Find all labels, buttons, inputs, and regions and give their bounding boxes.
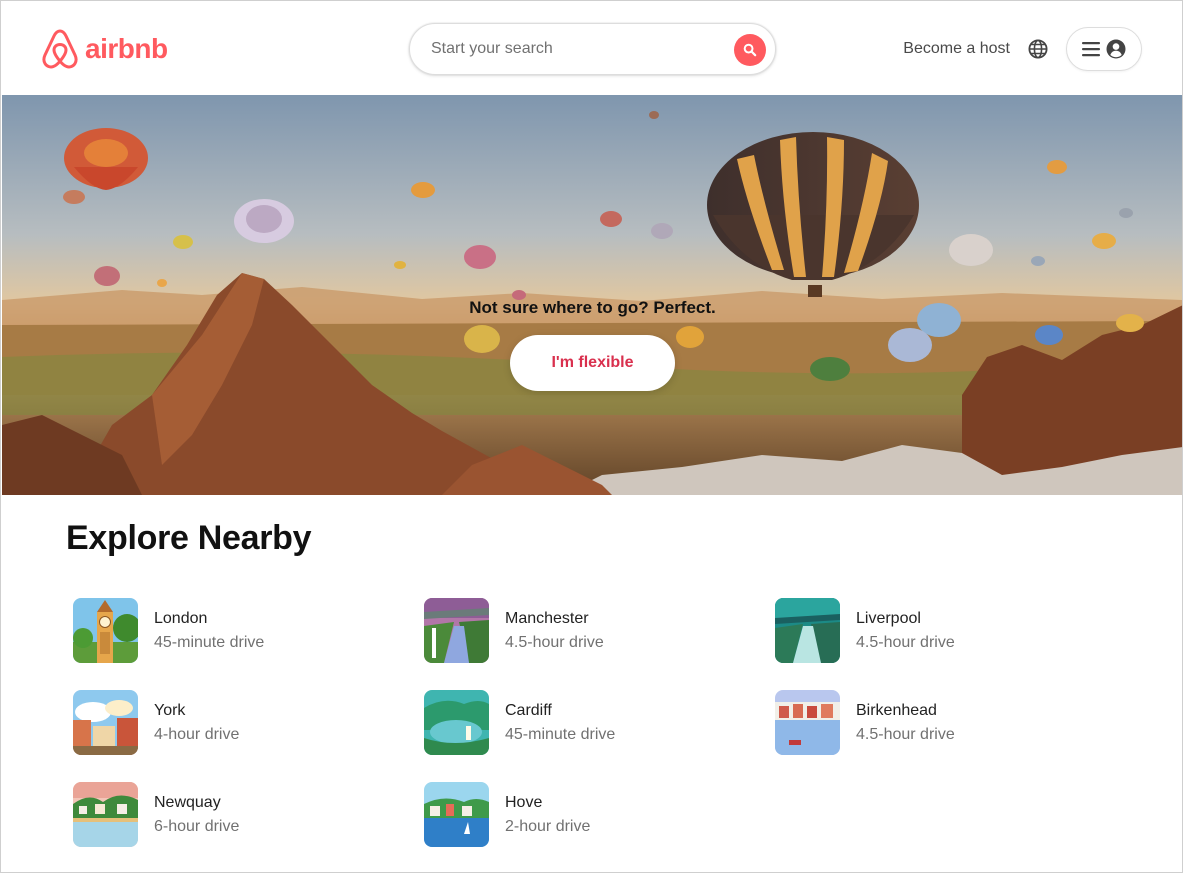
nearby-drive-time: 45-minute drive bbox=[154, 633, 265, 651]
nearby-city-name: London bbox=[154, 609, 208, 627]
top-navigation: airbnb Become a host bbox=[1, 1, 1182, 94]
nearby-drive-time: 45-minute drive bbox=[505, 725, 616, 743]
search-icon bbox=[743, 43, 757, 57]
hero-banner: Not sure where to go? Perfect. I'm flexi… bbox=[2, 95, 1182, 495]
nearby-drive-time: 6-hour drive bbox=[154, 817, 240, 835]
nearby-card-liverpool[interactable]: Liverpool 4.5-hour drive bbox=[775, 598, 955, 663]
cardiff-thumbnail bbox=[424, 690, 489, 755]
nearby-drive-time: 2-hour drive bbox=[505, 817, 591, 835]
language-button[interactable] bbox=[1028, 39, 1048, 59]
nearby-drive-time: 4.5-hour drive bbox=[505, 633, 604, 651]
hero-tagline: Not sure where to go? Perfect. bbox=[469, 298, 716, 317]
airbnb-logo-icon bbox=[42, 29, 78, 69]
nearby-city-name: Hove bbox=[505, 793, 543, 811]
menu-icon bbox=[1082, 42, 1100, 57]
nearby-city-name: York bbox=[154, 701, 186, 719]
nearby-city-name: Cardiff bbox=[505, 701, 552, 719]
im-flexible-button[interactable]: I'm flexible bbox=[510, 335, 675, 391]
logo-text: airbnb bbox=[85, 33, 168, 64]
im-flexible-label: I'm flexible bbox=[551, 354, 634, 371]
york-thumbnail bbox=[73, 690, 138, 755]
nearby-card-newquay[interactable]: Newquay 6-hour drive bbox=[73, 782, 239, 847]
user-menu-button[interactable] bbox=[1066, 27, 1142, 71]
account-icon bbox=[1106, 39, 1126, 59]
nearby-card-york[interactable]: York 4-hour drive bbox=[73, 690, 239, 755]
nearby-city-name: Birkenhead bbox=[856, 701, 937, 719]
nearby-city-name: Manchester bbox=[505, 609, 589, 627]
newquay-thumbnail bbox=[73, 782, 138, 847]
nav-right: Become a host bbox=[903, 27, 1142, 71]
search-bar[interactable] bbox=[409, 23, 776, 75]
search-button[interactable] bbox=[734, 34, 766, 66]
nearby-city-name: Newquay bbox=[154, 793, 221, 811]
page: airbnb Become a host bbox=[0, 0, 1183, 873]
nearby-card-manchester[interactable]: Manchester 4.5-hour drive bbox=[424, 598, 604, 663]
nearby-drive-time: 4-hour drive bbox=[154, 725, 240, 743]
nearby-city-name: Liverpool bbox=[856, 609, 921, 627]
hove-thumbnail bbox=[424, 782, 489, 847]
manchester-thumbnail bbox=[424, 598, 489, 663]
nearby-card-hove[interactable]: Hove 2-hour drive bbox=[424, 782, 590, 847]
explore-nearby-title: Explore Nearby bbox=[66, 519, 312, 557]
london-thumbnail bbox=[73, 598, 138, 663]
liverpool-thumbnail bbox=[775, 598, 840, 663]
become-host-link[interactable]: Become a host bbox=[903, 40, 1010, 58]
nearby-card-london[interactable]: London 45-minute drive bbox=[73, 598, 264, 663]
nearby-drive-time: 4.5-hour drive bbox=[856, 633, 955, 651]
nearby-card-cardiff[interactable]: Cardiff 45-minute drive bbox=[424, 690, 615, 755]
birkenhead-thumbnail bbox=[775, 690, 840, 755]
globe-icon bbox=[1028, 39, 1048, 59]
airbnb-logo[interactable]: airbnb bbox=[41, 28, 168, 70]
nearby-drive-time: 4.5-hour drive bbox=[856, 725, 955, 743]
nearby-card-birkenhead[interactable]: Birkenhead 4.5-hour drive bbox=[775, 690, 955, 755]
search-input[interactable] bbox=[431, 40, 775, 58]
hot-air-balloons-landscape-image bbox=[2, 95, 1182, 495]
